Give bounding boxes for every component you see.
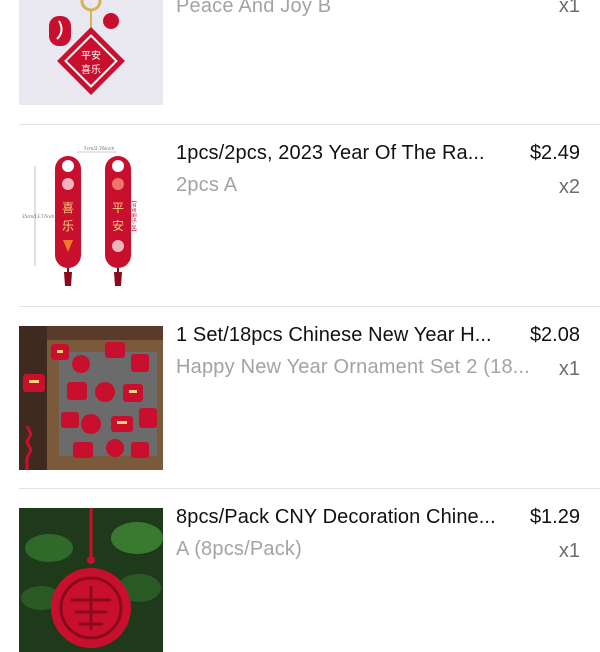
product-variant[interactable]: A (8pcs/Pack) <box>176 538 548 561</box>
product-price: $2.49 <box>529 142 580 164</box>
product-quantity[interactable]: x1 <box>559 0 580 18</box>
cart-item[interactable]: 7cm/2.76inch 35cm/13.77inch 喜 乐 平 安 【平安喜… <box>0 104 600 288</box>
product-price: $2.08 <box>529 324 580 346</box>
hanging-ornament-icon: 7cm/2.76inch 35cm/13.77inch 喜 乐 平 安 【平安喜… <box>19 144 163 288</box>
product-quantity[interactable]: x1 <box>559 540 580 563</box>
product-thumbnail[interactable] <box>19 508 163 652</box>
dimension-top-label: 7cm/2.76inch <box>84 146 115 152</box>
product-quantity[interactable]: x1 <box>559 358 580 381</box>
dimension-left-label: 35cm/13.77inch <box>22 214 55 219</box>
ornament-char: 安 <box>112 218 124 233</box>
rabbit-keychain-icon: 平安 喜乐 <box>19 0 163 105</box>
cart-item[interactable]: 1 Set/18pcs Chinese New Year H... Happy … <box>0 286 600 470</box>
ornament-char: 平 <box>112 201 124 215</box>
product-title[interactable]: 1 Set/18pcs Chinese New Year H... <box>176 324 516 347</box>
product-variant[interactable]: Peace And Joy B <box>176 0 548 18</box>
svg-text:喜乐: 喜乐 <box>81 63 101 76</box>
product-thumbnail[interactable] <box>19 326 163 470</box>
product-thumbnail[interactable]: 7cm/2.76inch 35cm/13.77inch 喜 乐 平 安 【平安喜… <box>19 144 163 288</box>
product-variant[interactable]: Happy New Year Ornament Set 2 (18... <box>176 356 546 379</box>
cart-item[interactable]: 8pcs/Pack CNY Decoration Chine... A (8pc… <box>0 468 600 652</box>
product-title[interactable]: 8pcs/Pack CNY Decoration Chine... <box>176 506 516 529</box>
product-variant[interactable]: 2pcs A <box>176 174 548 197</box>
red-lantern-icon <box>19 508 163 652</box>
product-thumbnail[interactable]: 平安 喜乐 <box>19 0 163 105</box>
ornament-char: 乐 <box>62 219 74 233</box>
product-side-label: 【平安喜乐-对】 <box>130 198 137 235</box>
svg-text:平安: 平安 <box>81 49 101 62</box>
ornament-set-icon <box>19 326 163 470</box>
ornament-char: 喜 <box>62 201 74 215</box>
product-price: $1.29 <box>529 506 580 528</box>
cart-item[interactable]: 平安 喜乐 Peace And Joy B x1 <box>0 0 600 105</box>
product-quantity[interactable]: x2 <box>559 176 580 199</box>
product-title[interactable]: 1pcs/2pcs, 2023 Year Of The Ra... <box>176 142 516 165</box>
